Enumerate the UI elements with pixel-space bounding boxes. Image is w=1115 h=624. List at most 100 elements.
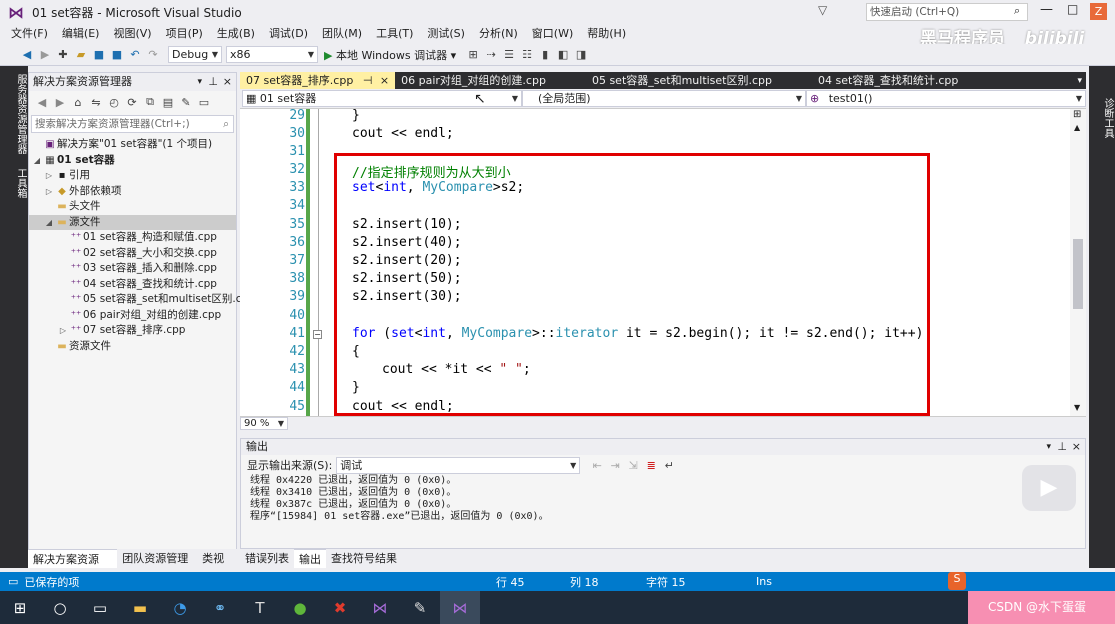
maximize-button[interactable]: □ xyxy=(1067,2,1078,16)
tree-item-file[interactable]: ⁺⁺ 01 set容器_构造和赋值.cpp xyxy=(29,230,236,246)
dropdown-icon[interactable]: ▾ xyxy=(197,73,202,91)
tab-doc-05[interactable]: 05 set容器_set和multiset区别.cpp xyxy=(586,72,812,89)
tree-item-file[interactable]: ▷ ⁺⁺ 07 set容器_排序.cpp xyxy=(29,323,236,339)
tree-item-file[interactable]: ⁺⁺ 04 set容器_查找和统计.cpp xyxy=(29,277,236,293)
file-explorer-icon[interactable]: ▬ xyxy=(120,591,160,624)
visual-studio-active-icon[interactable]: ⋈ xyxy=(440,591,480,624)
filter-icon[interactable]: ▽ xyxy=(818,3,827,17)
back-icon[interactable]: ◀ xyxy=(18,46,36,64)
quick-launch-input[interactable]: 快速启动 (Ctrl+Q) xyxy=(866,3,1028,21)
scroll-up-icon[interactable]: ▲ xyxy=(1074,123,1080,132)
config-select[interactable]: Debug ▼ xyxy=(168,46,222,63)
visual-studio-icon[interactable]: ⋈ xyxy=(360,591,400,624)
output-source-select[interactable]: 调试 ▼ xyxy=(336,456,581,474)
collapse-icon[interactable]: ◢ xyxy=(43,215,55,231)
menu-build[interactable]: 生成(B) xyxy=(210,24,262,44)
tree-item-external-deps[interactable]: ▷ ◆ 外部依赖项 xyxy=(29,184,236,200)
paint-icon[interactable]: ✎ xyxy=(400,591,440,624)
save-all-icon[interactable]: ■ xyxy=(108,46,126,64)
scroll-down-icon[interactable]: ▼ xyxy=(1074,403,1080,412)
prev-bookmark-icon[interactable]: ◧ xyxy=(554,46,572,64)
comment-icon[interactable]: ☰ xyxy=(500,46,518,64)
xmind-icon[interactable]: ✖ xyxy=(320,591,360,624)
close-icon[interactable]: × xyxy=(380,74,389,87)
dropdown-icon[interactable]: ▾ xyxy=(1046,439,1051,455)
menu-edit[interactable]: 编辑(E) xyxy=(55,24,107,44)
word-wrap-icon[interactable]: ↵ xyxy=(660,456,678,474)
expand-icon[interactable]: ▷ xyxy=(57,323,69,339)
expand-icon[interactable]: ▷ xyxy=(43,184,55,200)
tree-item-file[interactable]: ⁺⁺ 06 pair对组_对组的创建.cpp xyxy=(29,308,236,324)
tree-item-solution[interactable]: ▣ 解决方案"01 set容器"(1 个项目) xyxy=(29,137,236,153)
tab-solution-explorer[interactable]: 解决方案资源管... xyxy=(28,549,118,585)
redo-icon[interactable]: ↷ xyxy=(144,46,162,64)
run-button[interactable]: ▶ 本地 Windows 调试器 ▾ xyxy=(324,47,456,63)
collapse-all-icon[interactable]: ⧉ xyxy=(141,93,159,111)
fold-toggle[interactable]: − xyxy=(313,330,322,339)
menu-test[interactable]: 测试(S) xyxy=(420,24,472,44)
server-explorer-tab[interactable]: 服务器资源管理器 xyxy=(0,70,28,158)
forward-icon[interactable]: ▶ xyxy=(36,46,54,64)
edge-browser-icon[interactable]: ◔ xyxy=(160,591,200,624)
menu-view[interactable]: 视图(V) xyxy=(106,24,158,44)
pin-icon[interactable]: ⊥ xyxy=(208,73,218,91)
back-icon[interactable]: ◀ xyxy=(33,93,51,111)
menu-team[interactable]: 团队(M) xyxy=(315,24,369,44)
switch-views-icon[interactable]: ⇋ xyxy=(87,93,105,111)
tab-doc-07[interactable]: 07 set容器_排序.cpp ⊣ × xyxy=(240,72,396,89)
bookmark-icon[interactable]: ▮ xyxy=(536,46,554,64)
close-icon[interactable]: × xyxy=(1072,439,1081,455)
split-icon[interactable]: ⊞ xyxy=(1073,109,1081,120)
prev-message-icon[interactable]: ⇤ xyxy=(588,456,606,474)
tree-item-header-files[interactable]: ▬ 头文件 xyxy=(29,199,236,215)
tab-doc-04[interactable]: 04 set容器_查找和统计.cpp xyxy=(812,72,964,89)
new-project-icon[interactable]: ✚ xyxy=(54,46,72,64)
user-badge[interactable]: Z xyxy=(1090,3,1107,20)
step-icon[interactable]: ⇢ xyxy=(482,46,500,64)
scope-combo[interactable]: (全局范围) ▼ xyxy=(522,90,806,107)
tab-team-explorer[interactable]: 团队资源管理器 xyxy=(117,549,197,584)
next-message-icon[interactable]: ⇥ xyxy=(606,456,624,474)
attach-icon[interactable]: ⊞ xyxy=(464,46,482,64)
show-all-files-icon[interactable]: ▤ xyxy=(159,93,177,111)
tab-output[interactable]: 输出 xyxy=(294,549,326,568)
solution-search-input[interactable]: 搜索解决方案资源管理器(Ctrl+;) ⌕ xyxy=(31,115,234,133)
menu-project[interactable]: 项目(P) xyxy=(159,24,210,44)
uncomment-icon[interactable]: ☷ xyxy=(518,46,536,64)
sync-icon[interactable]: ⟳ xyxy=(123,93,141,111)
diagnostic-tools-tab[interactable]: 诊断工具 xyxy=(1089,94,1115,142)
menu-window[interactable]: 窗口(W) xyxy=(525,24,580,44)
next-bookmark-icon[interactable]: ◨ xyxy=(572,46,590,64)
menu-debug[interactable]: 调试(D) xyxy=(262,24,315,44)
tab-doc-06[interactable]: 06 pair对组_对组的创建.cpp xyxy=(395,72,586,89)
preview-icon[interactable]: ▭ xyxy=(195,93,213,111)
network-icon[interactable]: ⚭ xyxy=(200,591,240,624)
tree-item-file[interactable]: ⁺⁺ 02 set容器_大小和交换.cpp xyxy=(29,246,236,262)
properties-icon[interactable]: ✎ xyxy=(177,93,195,111)
tab-class-view[interactable]: 类视图 xyxy=(197,549,237,584)
green-app-icon[interactable]: ● xyxy=(280,591,320,624)
tree-item-file[interactable]: ⁺⁺ 03 set容器_插入和删除.cpp xyxy=(29,261,236,277)
expand-icon[interactable]: ▷ xyxy=(43,168,55,184)
forward-icon[interactable]: ▶ xyxy=(51,93,69,111)
search-icon[interactable]: ○ xyxy=(40,591,80,624)
find-message-icon[interactable]: ⇲ xyxy=(624,456,642,474)
tab-find-symbol-results[interactable]: 查找符号结果 xyxy=(326,549,402,568)
task-view-icon[interactable]: ▭ xyxy=(80,591,120,624)
platform-select[interactable]: x86 ▼ xyxy=(226,46,318,63)
function-combo[interactable]: ⊕ test01() ▼ xyxy=(806,90,1086,107)
history-icon[interactable]: ◴ xyxy=(105,93,123,111)
menu-help[interactable]: 帮助(H) xyxy=(580,24,633,44)
typora-icon[interactable]: T xyxy=(240,591,280,624)
input-method-icon[interactable]: S xyxy=(948,572,966,590)
search-icon[interactable]: ⌕ xyxy=(1014,4,1020,18)
tree-item-resource-files[interactable]: ▬ 资源文件 xyxy=(29,339,236,355)
tab-error-list[interactable]: 错误列表 xyxy=(240,549,294,568)
tab-overflow-icon[interactable]: ▾ xyxy=(1077,76,1082,86)
collapse-icon[interactable]: ◢ xyxy=(31,153,43,169)
play-video-button[interactable]: ▶ xyxy=(1022,465,1076,511)
save-icon[interactable]: ■ xyxy=(90,46,108,64)
tree-item-file[interactable]: ⁺⁺ 05 set容器_set和multiset区别.cpp xyxy=(29,292,255,308)
menu-file[interactable]: 文件(F) xyxy=(4,24,55,44)
windows-start-icon[interactable]: ⊞ xyxy=(0,591,40,624)
